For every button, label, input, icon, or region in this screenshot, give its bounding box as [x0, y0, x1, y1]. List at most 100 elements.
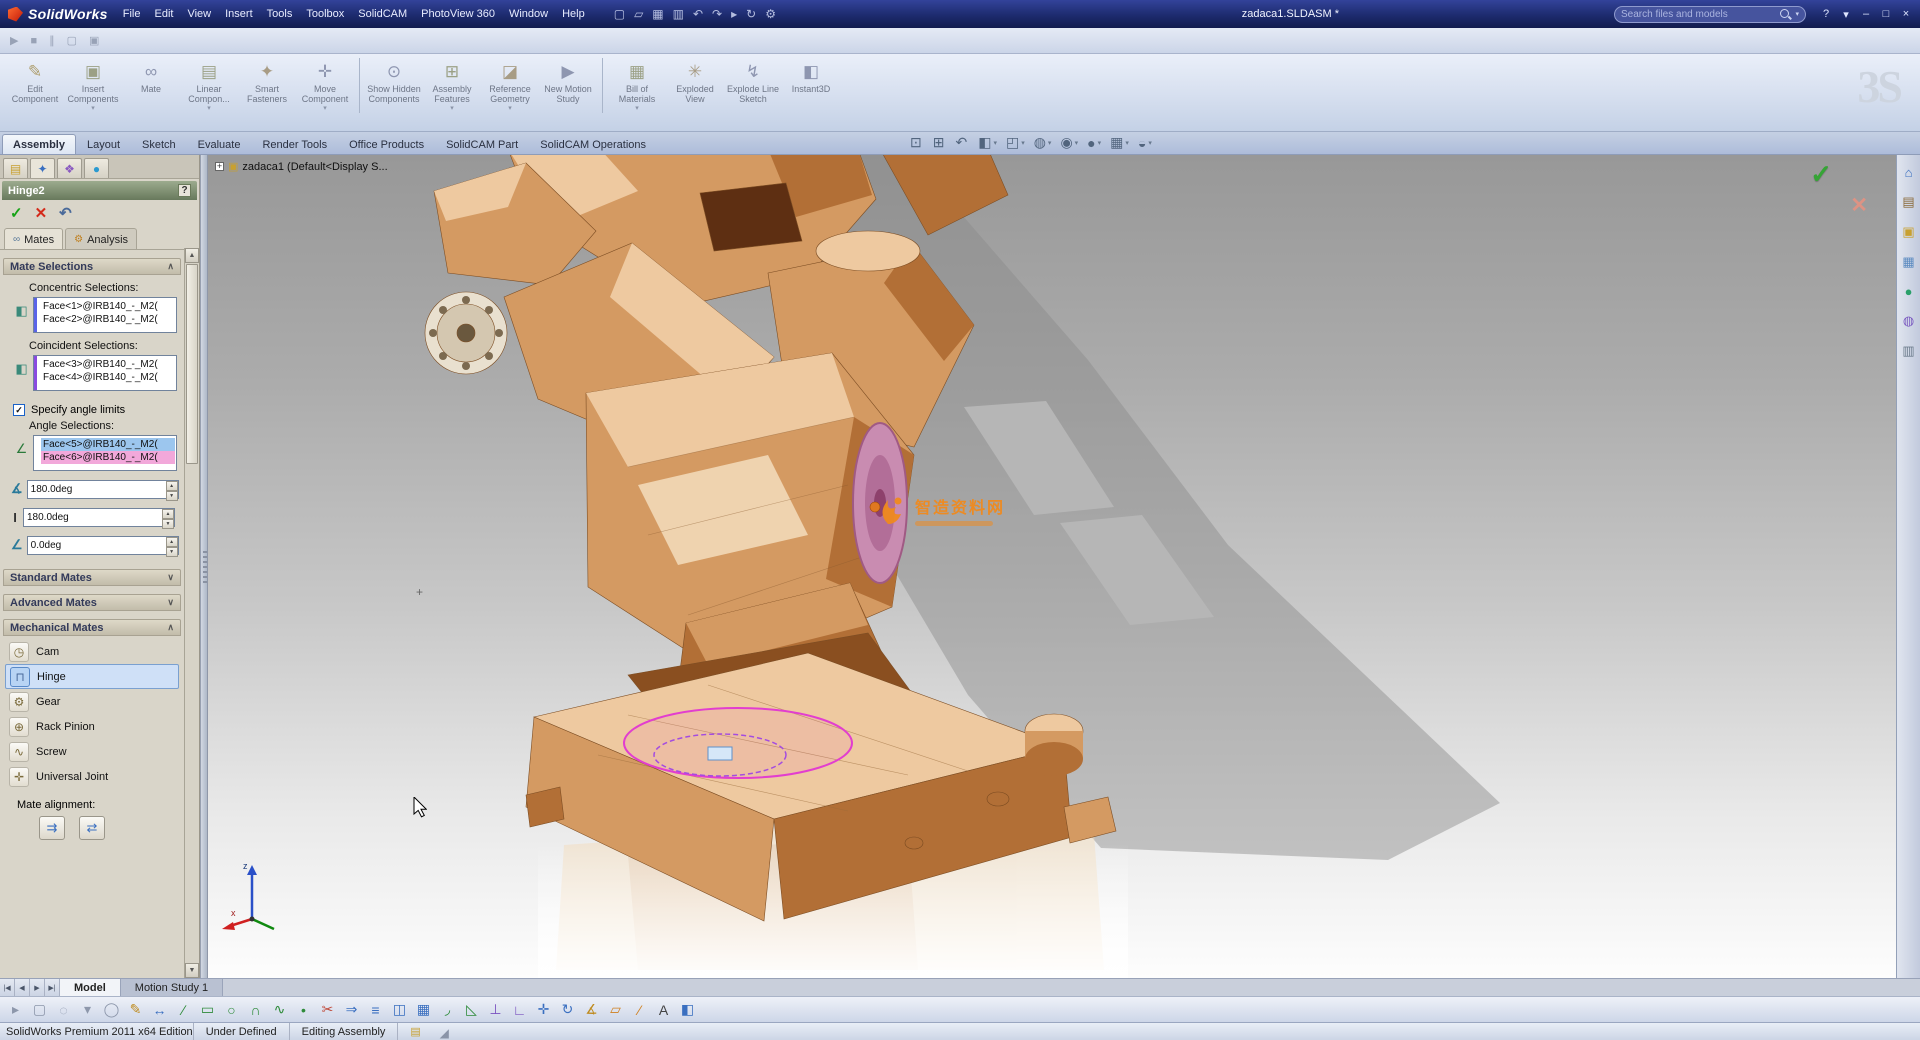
spinner-up-icon[interactable]: ▲ — [165, 536, 178, 547]
panel-splitter[interactable] — [200, 155, 208, 978]
insert-components-button[interactable]: ▣ Insert Components ▾ — [64, 58, 122, 113]
angle-value-input[interactable] — [27, 536, 166, 554]
menu-window[interactable]: Window — [502, 5, 555, 23]
appearances-scenes-icon[interactable]: ● — [1905, 284, 1913, 299]
new-motion-study-button[interactable]: ▶ New Motion Study — [539, 58, 603, 113]
solidworks-resources-icon[interactable]: ⌂ — [1905, 165, 1913, 180]
tab-assembly[interactable]: Assembly — [2, 134, 76, 154]
design-library-icon[interactable]: ▤ — [1902, 194, 1914, 210]
menu-view[interactable]: View — [180, 5, 218, 23]
resize-grip[interactable]: ◢ — [433, 1023, 449, 1040]
zoom-cursor-icon[interactable]: ◯ — [101, 1001, 122, 1018]
tab-sketch[interactable]: Sketch — [131, 134, 187, 154]
exploded-view-button[interactable]: ✳ Exploded View — [666, 58, 724, 113]
next-tab-icon[interactable]: ▶ — [30, 979, 45, 996]
linear-pattern-icon[interactable]: ▦ — [413, 1001, 434, 1018]
tree-expand-icon[interactable]: + — [215, 162, 224, 171]
undo-button[interactable]: ↶ — [59, 204, 72, 222]
group-header-advanced-mates[interactable]: Advanced Mates ∨ — [3, 594, 181, 611]
mate-type-screw[interactable]: ∿ Screw — [5, 739, 179, 764]
bill-of-materials-button[interactable]: ▦ Bill of Materials ▾ — [608, 58, 666, 113]
max-angle-field[interactable]: ▲ ▼ — [23, 507, 175, 529]
help-dropdown-icon[interactable]: ▾ — [1836, 6, 1856, 23]
plane-icon[interactable]: ▱ — [605, 1001, 626, 1018]
search-dropdown-icon[interactable]: ▾ — [1795, 10, 1799, 18]
checkbox-checked-icon[interactable]: ✓ — [13, 404, 25, 416]
graphics-area[interactable]: + ▣ zadaca1 (Default<Display S... ✓ ✕ 智造… — [208, 155, 1896, 978]
undo-icon[interactable]: ↶ — [693, 7, 703, 21]
tab-office-products[interactable]: Office Products — [338, 134, 435, 154]
menu-tools[interactable]: Tools — [260, 5, 300, 23]
tab-render-tools[interactable]: Render Tools — [251, 134, 338, 154]
trim-icon[interactable]: ✂ — [317, 1001, 338, 1018]
rotate-entities-icon[interactable]: ↻ — [557, 1001, 578, 1018]
file-explorer-icon[interactable]: ▣ — [1902, 224, 1914, 240]
analysis-tab-icon[interactable]: ⚙ Analysis — [65, 228, 138, 249]
ok-button[interactable]: ✓ — [10, 204, 23, 222]
menu-toolbox[interactable]: Toolbox — [299, 5, 351, 23]
scroll-up-icon[interactable]: ▲ — [185, 248, 199, 263]
concentric-selections-listbox[interactable]: Face<1>@IRB140_-_M2(Face<2>@IRB140_-_M2( — [33, 297, 177, 333]
edit-component-button[interactable]: ✎ Edit Component — [6, 58, 64, 113]
line-icon[interactable]: ∕ — [173, 1002, 194, 1018]
maximize-icon[interactable]: □ — [1876, 6, 1896, 22]
min-angle-field[interactable]: ▲ ▼ — [26, 535, 179, 557]
angle-value-field[interactable]: ▲ ▼ — [26, 479, 179, 501]
angle-value-input[interactable] — [24, 508, 162, 526]
smart-dimension-icon[interactable]: ↔ — [149, 1002, 170, 1018]
offset-entities-icon[interactable]: ≡ — [365, 1002, 386, 1018]
mate-type-gear[interactable]: ⚙ Gear — [5, 689, 179, 714]
move-component-button[interactable]: ✛ Move Component ▾ — [296, 58, 360, 113]
coincident-selections-listbox[interactable]: Face<3>@IRB140_-_M2(Face<4>@IRB140_-_M2( — [33, 355, 177, 391]
group-header-standard-mates[interactable]: Standard Mates ∨ — [3, 569, 181, 586]
linear-component-pattern-button[interactable]: ▤ Linear Compon... ▾ — [180, 58, 238, 113]
menu-photoview-360[interactable]: PhotoView 360 — [414, 5, 502, 23]
mate-type-hinge[interactable]: ⊓ Hinge — [5, 664, 179, 689]
selection-item[interactable]: Face<5>@IRB140_-_M2( — [41, 438, 175, 451]
mate-type-cam[interactable]: ◷ Cam — [5, 639, 179, 664]
view-palette-icon[interactable]: ▦ — [1902, 254, 1914, 270]
save-icon[interactable]: ▦ — [652, 7, 663, 21]
smart-fasteners-button[interactable]: ✦ Smart Fasteners — [238, 58, 296, 113]
selection-item[interactable]: Face<3>@IRB140_-_M2( — [41, 358, 175, 371]
spinner-up-icon[interactable]: ▲ — [165, 480, 178, 491]
search-box[interactable]: ▾ — [1614, 5, 1806, 23]
new-macro-icon[interactable]: ▢ — [67, 34, 77, 47]
selection-item[interactable]: Face<1>@IRB140_-_M2( — [41, 300, 175, 313]
tab-evaluate[interactable]: Evaluate — [187, 134, 252, 154]
section-icon[interactable]: ◧ — [677, 1001, 698, 1018]
menu-edit[interactable]: Edit — [148, 5, 181, 23]
zoom-area-icon[interactable]: ⊞ — [933, 134, 947, 151]
help-button[interactable]: ? — [178, 184, 191, 197]
zoom-fit-icon[interactable]: ⊡ — [910, 134, 924, 151]
group-header-mechanical-mates[interactable]: Mechanical Mates ∧ — [3, 619, 181, 636]
aligned-button[interactable]: ⇉ — [39, 816, 65, 840]
note-icon[interactable]: ▤ — [410, 1025, 420, 1038]
spinner-down-icon[interactable]: ▼ — [165, 546, 178, 557]
spinner-down-icon[interactable]: ▼ — [165, 490, 178, 501]
rebuild-icon[interactable]: ↻ — [746, 7, 756, 21]
lasso-select-icon[interactable]: ◌ — [53, 1002, 74, 1018]
mate-type-rack-pinion[interactable]: ⊕ Rack Pinion — [5, 714, 179, 739]
mate-type-universal-joint[interactable]: ✛ Universal Joint — [5, 764, 179, 789]
hide-show-items-icon[interactable]: ◉ ▾ — [1060, 134, 1078, 151]
view-orientation-icon[interactable]: ◰ ▾ — [1006, 134, 1025, 151]
circle-icon[interactable]: ○ — [221, 1002, 242, 1018]
convert-entities-icon[interactable]: ⇒ — [341, 1001, 362, 1018]
new-file-icon[interactable]: ▢ — [614, 7, 625, 21]
run-macro-icon[interactable]: ▶ — [10, 34, 18, 47]
tab-model[interactable]: Model — [60, 979, 121, 996]
mate-button[interactable]: ∞ Mate — [122, 58, 180, 103]
tab-solidcam-operations[interactable]: SolidCAM Operations — [529, 134, 657, 154]
select-filter-icon[interactable]: ▾ — [77, 1001, 98, 1018]
cancel-button[interactable]: ✕ — [35, 204, 48, 222]
feature-tree-root[interactable]: + ▣ zadaca1 (Default<Display S... — [215, 160, 388, 173]
close-icon[interactable]: × — [1896, 6, 1916, 22]
fillet-icon[interactable]: ◞ — [437, 1001, 458, 1018]
axis-icon[interactable]: ⁄ — [629, 1002, 650, 1018]
rectangle-icon[interactable]: ▭ — [197, 1001, 218, 1018]
open-icon[interactable]: ▱ — [634, 7, 643, 21]
confirm-cancel-icon[interactable]: ✕ — [1850, 193, 1868, 218]
anti-aligned-button[interactable]: ⇄ — [79, 816, 105, 840]
menu-solidcam[interactable]: SolidCAM — [351, 5, 414, 23]
